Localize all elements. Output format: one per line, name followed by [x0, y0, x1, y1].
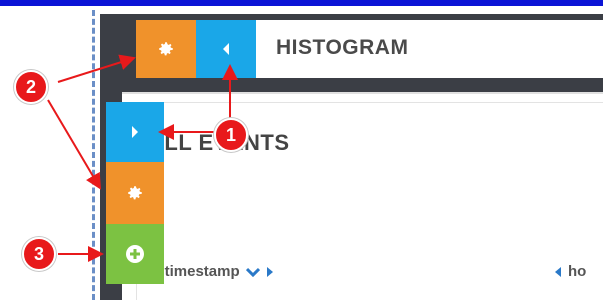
collapse-panel-button[interactable]: [196, 20, 256, 78]
chevron-left-icon: [223, 43, 229, 55]
chevron-down-icon[interactable]: [245, 264, 260, 280]
callout-badge-1: 1: [214, 118, 248, 152]
row-settings-button[interactable]: [106, 162, 164, 224]
timestamp-field[interactable]: @timestamp: [150, 263, 274, 280]
host-label: ho: [568, 263, 587, 280]
plus-circle-icon: [126, 245, 144, 263]
add-panel-button[interactable]: [106, 224, 164, 284]
chevron-right-icon[interactable]: [266, 264, 274, 280]
chevron-left-icon[interactable]: [554, 264, 562, 280]
callout-badge-2: 2: [14, 70, 48, 104]
panel-title: HISTOGRAM: [276, 36, 409, 59]
gear-icon: [128, 186, 142, 200]
gear-icon: [159, 42, 173, 56]
panel-settings-button[interactable]: [136, 20, 196, 78]
top-border: [0, 0, 603, 6]
expand-panel-button[interactable]: [106, 102, 164, 162]
host-field[interactable]: ho: [554, 263, 586, 280]
chevron-right-icon: [132, 126, 138, 138]
callout-badge-3: 3: [22, 237, 56, 271]
